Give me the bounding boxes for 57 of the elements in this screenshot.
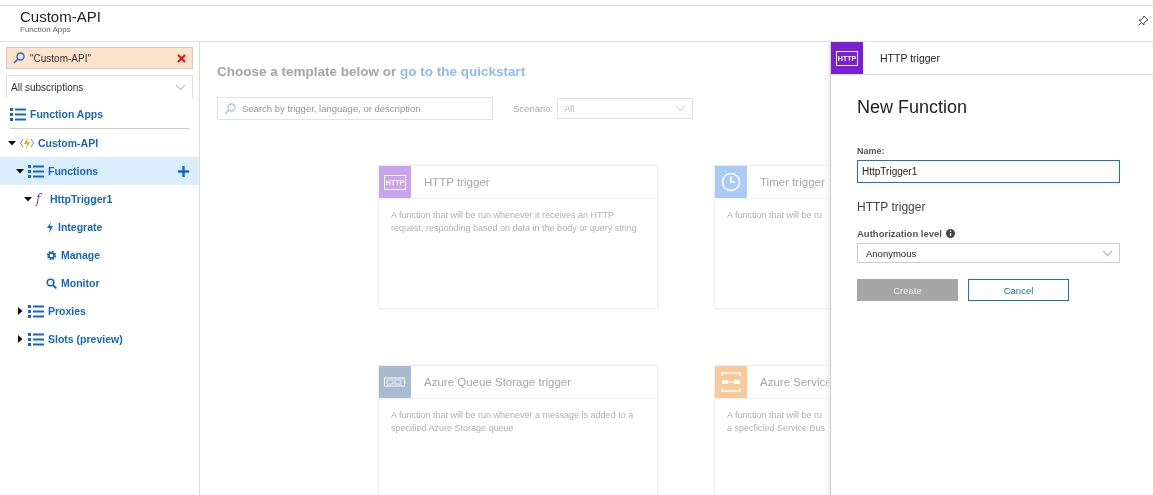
envelopes-icon xyxy=(721,372,741,392)
list-icon xyxy=(28,332,44,346)
chevron-down-icon xyxy=(175,83,186,91)
function-icon: f xyxy=(36,192,46,206)
authorization-dropdown[interactable]: Anonymous xyxy=(857,243,1120,263)
authorization-label: Authorization level xyxy=(857,228,942,239)
panel-header-title: HTTP trigger xyxy=(880,52,940,64)
caret-down-icon[interactable] xyxy=(8,139,16,147)
tree-item[interactable]: Integrate xyxy=(0,213,199,241)
caret-down-icon[interactable] xyxy=(16,167,24,175)
scenario-label: Scenario: xyxy=(513,103,554,114)
tree-item[interactable]: Slots (preview) xyxy=(0,325,199,353)
tree-item[interactable]: Proxies xyxy=(0,297,199,325)
search-icon xyxy=(224,102,236,115)
template-description: A function that will be ru xyxy=(726,209,824,222)
envelopes-icon xyxy=(384,377,406,387)
chevron-down-icon xyxy=(675,105,687,112)
name-input-field[interactable]: HttpTrigger1 xyxy=(857,160,1120,183)
search-icon xyxy=(46,277,57,289)
tree-item[interactable]: f HttpTrigger1 xyxy=(0,185,199,213)
tree-item[interactable]: Functions xyxy=(0,157,199,185)
clear-icon[interactable] xyxy=(177,53,186,63)
template-search-field[interactable]: Search by trigger, language, or description xyxy=(217,97,493,120)
subscription-dropdown[interactable]: All subscriptions xyxy=(6,75,193,98)
name-label: Name: xyxy=(857,146,886,156)
list-icon xyxy=(28,304,44,318)
caret-right-icon[interactable] xyxy=(16,335,24,343)
gear-icon xyxy=(46,249,57,261)
panel-title: New Function xyxy=(857,97,969,118)
template-title: HTTP trigger xyxy=(424,176,490,188)
add-icon[interactable] xyxy=(178,165,189,177)
template-description: A function that will be run whenever a message is added to a specified Azure Storage queue xyxy=(390,409,635,435)
caret-down-icon[interactable] xyxy=(24,195,32,203)
blade-title: Custom-API xyxy=(20,8,101,25)
info-icon[interactable] xyxy=(946,229,955,238)
search-field[interactable]: "Custom-API" xyxy=(6,47,193,69)
template-title: Timer trigger xyxy=(760,176,825,188)
template-title: Azure Queue Storage trigger xyxy=(424,376,572,388)
clock-icon xyxy=(721,172,741,192)
template-description: A function that will be run whenever it receives an HTTP request, responding based on data in the body or query string xyxy=(390,209,638,235)
template-heading: Choose a template below or go to the quickstart xyxy=(217,64,527,79)
search-icon xyxy=(13,52,25,64)
tree-item[interactable]: Custom-API xyxy=(0,129,199,157)
section-heading: HTTP trigger xyxy=(857,200,927,214)
cancel-button[interactable]: Cancel xyxy=(968,279,1069,301)
pin-icon[interactable] xyxy=(1138,15,1149,26)
caret-right-icon[interactable] xyxy=(16,307,24,315)
blade-subtitle: Function Apps xyxy=(20,25,72,34)
bolt-icon xyxy=(46,221,54,233)
tree-item[interactable]: Monitor xyxy=(0,269,199,297)
function-app-icon xyxy=(20,137,34,149)
tree-item[interactable]: Manage xyxy=(0,241,199,269)
list-icon xyxy=(28,164,44,178)
chevron-down-icon xyxy=(1102,249,1113,257)
template-description: A function that will be ru a specficied Service Bus xyxy=(726,409,827,435)
function-apps-link[interactable]: Function Apps xyxy=(10,100,189,129)
list-icon xyxy=(10,107,26,121)
